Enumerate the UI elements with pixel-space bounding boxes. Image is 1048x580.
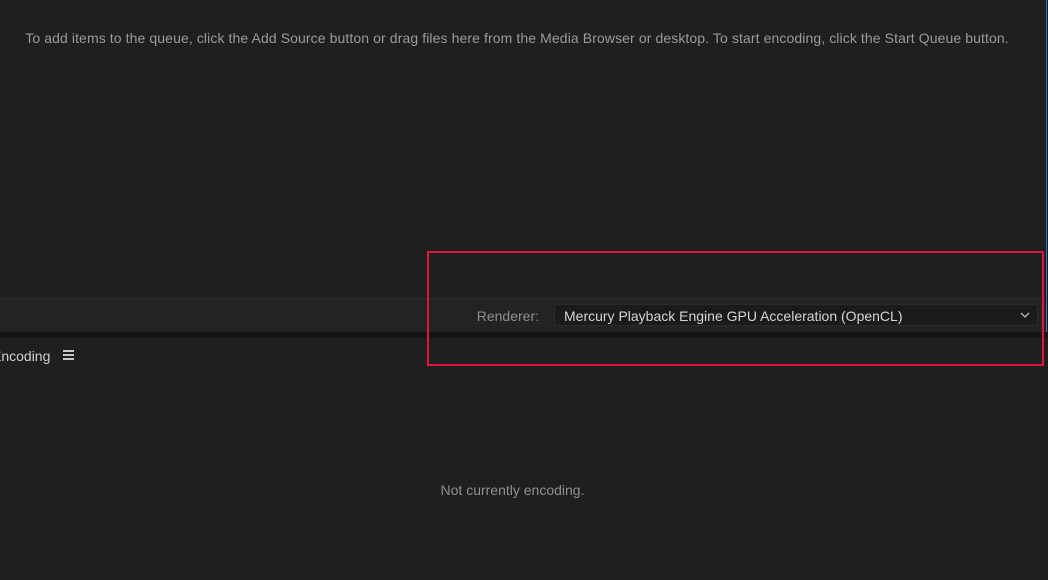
renderer-selected-value: Mercury Playback Engine GPU Acceleration… — [564, 308, 903, 324]
renderer-dropdown[interactable]: Mercury Playback Engine GPU Acceleration… — [554, 304, 1038, 326]
chevron-down-icon — [1020, 312, 1030, 318]
encoding-status: Not currently encoding. — [440, 482, 585, 498]
hamburger-menu-icon[interactable] — [63, 350, 74, 360]
queue-empty-hint: To add items to the queue, click the Add… — [25, 30, 1009, 46]
encoding-panel: Encoding Not currently encoding. — [0, 338, 1048, 580]
media-encoder-window: To add items to the queue, click the Add… — [0, 0, 1048, 580]
encoding-tab-label: Encoding — [0, 348, 51, 364]
renderer-bar: Renderer: Mercury Playback Engine GPU Ac… — [0, 298, 1047, 333]
tab-encoding[interactable]: Encoding — [0, 338, 74, 372]
queue-panel[interactable]: To add items to the queue, click the Add… — [0, 0, 1047, 298]
renderer-label: Renderer: — [476, 308, 539, 324]
